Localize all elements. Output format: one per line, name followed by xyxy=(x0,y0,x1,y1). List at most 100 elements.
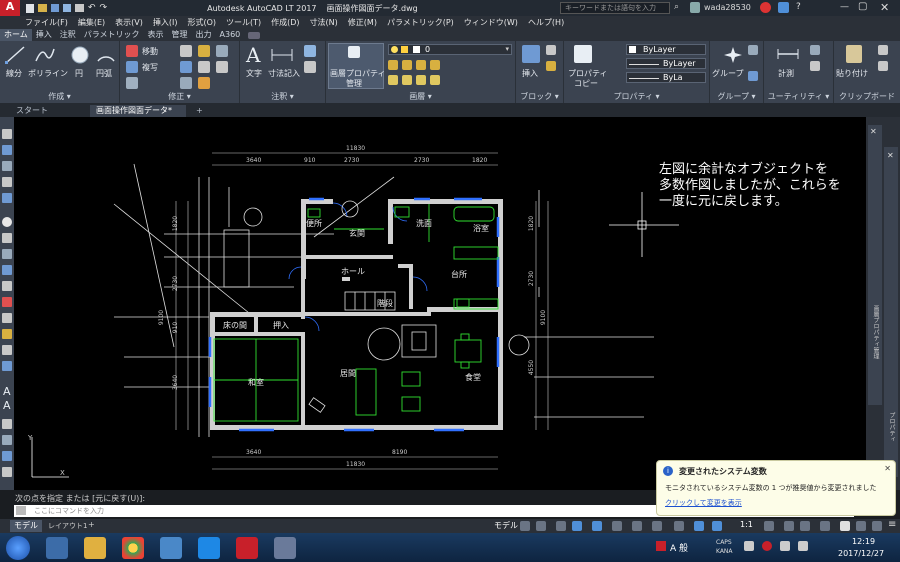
annotation-visibility-icon[interactable] xyxy=(694,521,704,531)
match-properties-icon[interactable] xyxy=(574,45,592,63)
tab-manage[interactable]: 管理 xyxy=(168,29,192,41)
ortho-icon[interactable] xyxy=(556,521,566,531)
menu-draw[interactable]: 作成(D) xyxy=(271,17,299,28)
model-tab[interactable]: モデル xyxy=(10,520,42,532)
transparency-icon[interactable] xyxy=(652,521,662,531)
line-button[interactable]: 線分 xyxy=(6,68,22,79)
gear-icon[interactable] xyxy=(764,521,774,531)
ie-icon[interactable] xyxy=(198,537,220,559)
close-icon[interactable]: ✕ xyxy=(870,127,877,136)
annotation-scale[interactable]: 1:1 xyxy=(740,520,753,529)
paste-icon[interactable] xyxy=(846,45,862,63)
menu-parametric[interactable]: パラメトリック(P) xyxy=(387,17,454,28)
properties-panel-title[interactable]: プロパティ ▾ xyxy=(564,91,709,102)
calculator-icon[interactable] xyxy=(810,45,820,55)
edit-block-icon[interactable] xyxy=(546,61,556,71)
utilities-panel-title[interactable]: ユーティリティ ▾ xyxy=(764,91,833,102)
layer-dropdown[interactable]: 0 ▾ xyxy=(388,44,512,55)
close-button[interactable]: ✕ xyxy=(880,1,889,14)
circle-tool-icon[interactable] xyxy=(2,217,12,227)
tool-icon[interactable] xyxy=(2,193,12,203)
tab-parametric[interactable]: パラメトリック xyxy=(80,29,144,41)
lineweight-dropdown[interactable]: ByLa xyxy=(626,72,706,83)
trim-icon[interactable] xyxy=(180,45,192,57)
copy-icon[interactable] xyxy=(126,61,138,73)
tool-icon[interactable] xyxy=(2,361,12,371)
arc-icon[interactable] xyxy=(96,45,116,65)
copy-properties-label[interactable]: コピー xyxy=(574,78,598,89)
menu-view[interactable]: 表示(V) xyxy=(115,17,143,28)
network-icon[interactable] xyxy=(780,541,790,551)
ime-indicator[interactable]: A 般 xyxy=(670,541,688,554)
layer-tool-icon[interactable] xyxy=(402,60,412,70)
clock-time[interactable]: 12:19 xyxy=(852,537,875,546)
maximize-button[interactable]: ▢ xyxy=(858,1,867,12)
isolate-icon[interactable] xyxy=(820,521,830,531)
circle-button[interactable]: 円 xyxy=(75,68,83,79)
layer-tool-icon[interactable] xyxy=(430,60,440,70)
layer-tool-icon[interactable] xyxy=(416,60,426,70)
autocad-task-icon[interactable] xyxy=(236,537,258,559)
select-all-icon[interactable] xyxy=(810,61,820,71)
properties-palette-strip[interactable]: ✕ プロパティ xyxy=(884,147,898,477)
add-layout-button[interactable]: + xyxy=(88,520,95,529)
tool-icon[interactable] xyxy=(2,345,12,355)
group-icon[interactable] xyxy=(722,45,744,65)
redo-icon[interactable]: ↷ xyxy=(100,3,108,13)
create-block-icon[interactable] xyxy=(546,45,556,55)
notification-icon[interactable] xyxy=(840,521,850,531)
add-tab-button[interactable]: + xyxy=(190,105,209,117)
move-button[interactable]: 移動 xyxy=(142,46,158,57)
menu-edit[interactable]: 編集(E) xyxy=(78,17,105,28)
plot-icon[interactable] xyxy=(75,3,84,12)
hamburger-menu-icon[interactable]: ≡ xyxy=(888,519,896,530)
measure-button[interactable]: 計測 xyxy=(778,68,794,79)
table-icon[interactable] xyxy=(304,61,316,73)
paste-button[interactable]: 貼り付け xyxy=(836,68,868,79)
offset-icon[interactable] xyxy=(216,61,228,73)
app-logo-icon[interactable]: A xyxy=(0,0,20,16)
tool-icon[interactable] xyxy=(2,419,12,429)
polar-icon[interactable] xyxy=(572,521,582,531)
osnap-icon[interactable] xyxy=(592,521,602,531)
user-icon[interactable] xyxy=(690,2,700,13)
hardware-acceleration-icon[interactable] xyxy=(856,521,866,531)
tool-icon[interactable] xyxy=(2,435,12,445)
annotation-panel-title[interactable]: 注釈 ▾ xyxy=(240,91,325,102)
help-icon[interactable]: ? xyxy=(796,2,801,12)
erase-icon[interactable] xyxy=(198,77,210,89)
move-icon[interactable] xyxy=(126,45,138,57)
chrome-icon[interactable] xyxy=(122,537,144,559)
layer-tool-icon[interactable] xyxy=(430,75,440,85)
tool-icon[interactable] xyxy=(2,161,12,171)
cart-icon[interactable] xyxy=(760,2,771,13)
tray-icon[interactable] xyxy=(744,541,754,551)
polyline-icon[interactable] xyxy=(34,45,56,65)
menu-tools[interactable]: ツール(T) xyxy=(226,17,261,28)
menu-modify[interactable]: 修正(M) xyxy=(348,17,377,28)
open-icon[interactable] xyxy=(38,3,47,12)
arc-button[interactable]: 円弧 xyxy=(96,68,112,79)
tool-icon[interactable] xyxy=(2,281,12,291)
tool-icon[interactable] xyxy=(2,265,12,275)
folder-icon[interactable] xyxy=(84,537,106,559)
tool-icon[interactable] xyxy=(2,313,12,323)
notification-link[interactable]: クリックして変更を表示 xyxy=(665,498,742,508)
menu-window[interactable]: ウィンドウ(W) xyxy=(464,17,518,28)
user-name[interactable]: wada28530 xyxy=(704,3,751,12)
tool-icon[interactable] xyxy=(2,129,12,139)
new-icon[interactable] xyxy=(26,3,34,13)
groups-panel-title[interactable]: グループ ▾ xyxy=(710,91,763,102)
selection-cycling-icon[interactable] xyxy=(674,521,684,531)
tab-home[interactable]: ホーム xyxy=(0,29,32,41)
tool-icon[interactable] xyxy=(2,177,12,187)
tool-icon[interactable] xyxy=(2,249,12,259)
tab-drawing[interactable]: 画面操作図面データ* xyxy=(90,105,186,117)
dimension-icon[interactable] xyxy=(270,47,294,63)
layer-tool-icon[interactable] xyxy=(416,75,426,85)
block-panel-title[interactable]: ブロック ▾ xyxy=(516,91,563,102)
text-icon[interactable]: A xyxy=(246,43,260,67)
paint-icon[interactable] xyxy=(274,537,296,559)
copy-clip-icon[interactable] xyxy=(878,61,888,71)
group-select-icon[interactable] xyxy=(748,71,758,81)
